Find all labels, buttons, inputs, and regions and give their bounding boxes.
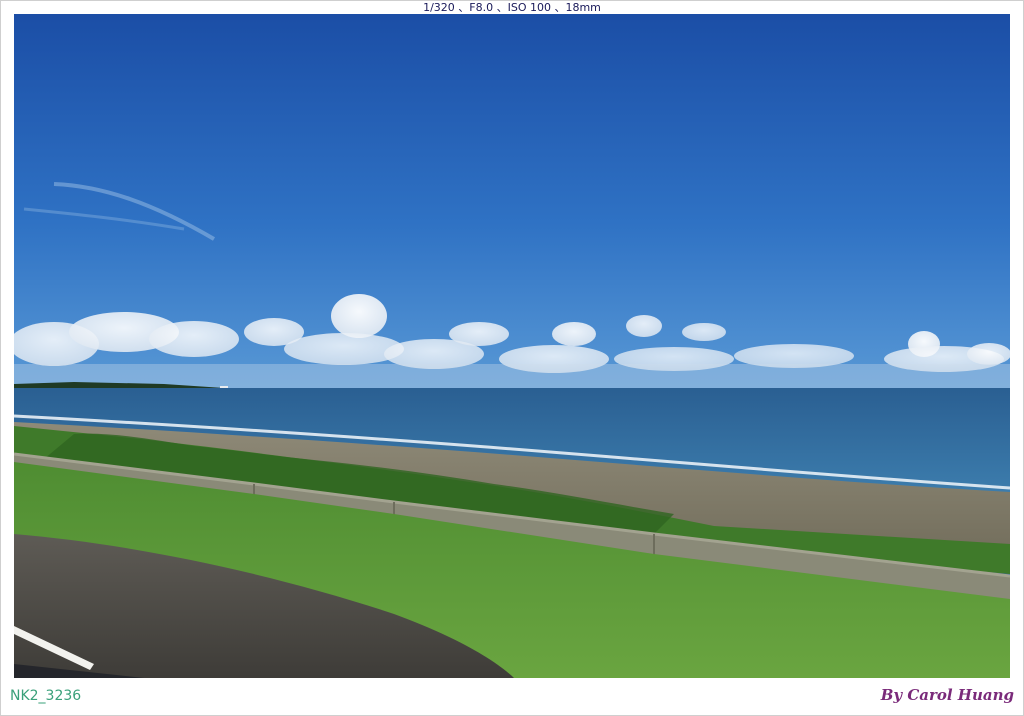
landscape-photo [14, 14, 1010, 678]
exif-caption: 1/320 、F8.0 、ISO 100 、18mm [423, 1, 601, 14]
photographer-credit: By Carol Huang [880, 686, 1014, 704]
photo-scene [14, 14, 1010, 678]
photo-filename: NK2_3236 [10, 688, 82, 704]
